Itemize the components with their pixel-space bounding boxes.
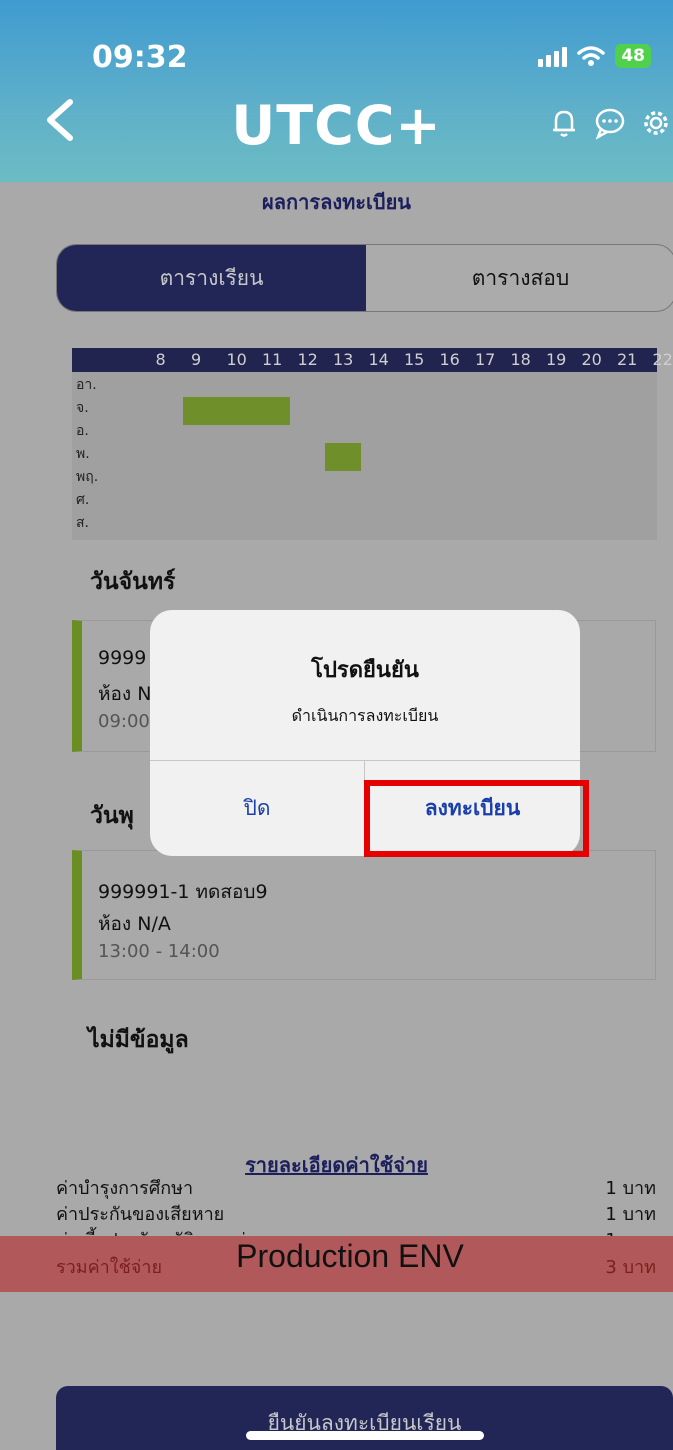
cost-amount: 1 บาท [605, 1178, 656, 1199]
cost-row: ค่าประกันของเสียหาย 1 บาท [56, 1199, 656, 1228]
dialog-message: ดำเนินการลงทะเบียน [291, 706, 439, 725]
highlight-box [364, 780, 589, 857]
status-indicators: 48 [538, 44, 651, 68]
class-time: 13:00 - 14:00 [98, 941, 220, 962]
timetable-hour-label: 21 [617, 350, 638, 369]
dialog-close-button[interactable]: ปิด [150, 761, 364, 856]
bell-icon[interactable] [547, 106, 581, 140]
timetable-hour-label: 19 [546, 350, 567, 369]
signal-icon [538, 45, 568, 67]
timetable-day-label: พ. [76, 446, 90, 462]
timetable-hour-label: 15 [404, 350, 425, 369]
tab-exam-schedule[interactable]: ตารางสอบ [366, 245, 673, 311]
timetable-hour-label: 13 [333, 350, 354, 369]
day-heading: วันพุ [90, 803, 134, 829]
home-indicator [246, 1431, 484, 1440]
wifi-icon [577, 46, 606, 66]
battery-icon: 48 [615, 44, 651, 68]
timetable-hour-label: 9 [191, 350, 202, 369]
timetable-hour-label: 12 [297, 350, 318, 369]
timetable-day-label: อา. [76, 377, 97, 393]
timetable-hour-label: 20 [581, 350, 602, 369]
total-amount: 3 บาท [605, 1257, 656, 1278]
status-time: 09:32 [92, 40, 188, 75]
class-room: ห้อง N [98, 683, 152, 705]
timetable-grid: 8 9 10 11 12 13 14 15 16 17 18 19 20 21 22 อา. จ. อ. พ. พฤ… [72, 348, 673, 540]
tab-bar: ตารางเรียน ตารางสอบ [56, 244, 673, 312]
app-header: 09:32 48 UTCC+ [0, 0, 673, 182]
timetable-day-label: จ. [76, 400, 89, 416]
timetable-day-label: ส. [76, 515, 89, 531]
cost-label: ค่าประกันของเสียหาย [56, 1204, 225, 1225]
chat-icon[interactable] [593, 106, 627, 140]
environment-label: Production ENV [236, 1238, 464, 1274]
no-data-label: ไม่มีข้อมูล [88, 1027, 189, 1053]
class-block[interactable] [325, 443, 361, 471]
gear-icon[interactable] [639, 106, 673, 140]
page-subtitle: ผลการลงทะเบียน [262, 190, 411, 214]
cost-amount: 1 บาท [605, 1204, 656, 1225]
cost-label: ค่าบำรุงการศึกษา [56, 1178, 194, 1199]
timetable-day-label: ศ. [76, 492, 90, 508]
timetable-hour-label: 17 [475, 350, 496, 369]
class-room: ห้อง N/A [98, 913, 171, 935]
timetable-hour-label: 8 [155, 350, 166, 369]
timetable-hours-header: 8 9 10 11 12 13 14 15 16 17 18 19 20 21 22 [72, 348, 673, 372]
timetable-hour-label: 16 [439, 350, 460, 369]
cost-row: ค่าบำรุงการศึกษา 1 บาท [56, 1173, 656, 1202]
header-actions [547, 106, 673, 140]
timetable-day-label: พฤ. [76, 469, 99, 485]
class-time: 09:00 [98, 711, 150, 732]
timetable-hour-label: 14 [368, 350, 389, 369]
timetable-day-label: อ. [76, 423, 89, 439]
timetable-hour-label: 18 [510, 350, 531, 369]
timetable-hour-label: 10 [226, 350, 247, 369]
dialog-title: โปรดยืนยัน [311, 658, 419, 683]
class-block[interactable] [183, 397, 290, 425]
class-card[interactable]: 999991-1 ทดสอบ9 ห้อง N/A 13:00 - 14:00 [72, 850, 656, 980]
tab-class-schedule[interactable]: ตารางเรียน [57, 245, 366, 311]
timetable-hour-label: 11 [262, 350, 283, 369]
day-heading: วันจันทร์ [90, 569, 176, 595]
class-course: 9999 [98, 647, 147, 669]
timetable-hour-label: 22 [652, 350, 673, 369]
class-course: 999991-1 ทดสอบ9 [98, 881, 268, 903]
